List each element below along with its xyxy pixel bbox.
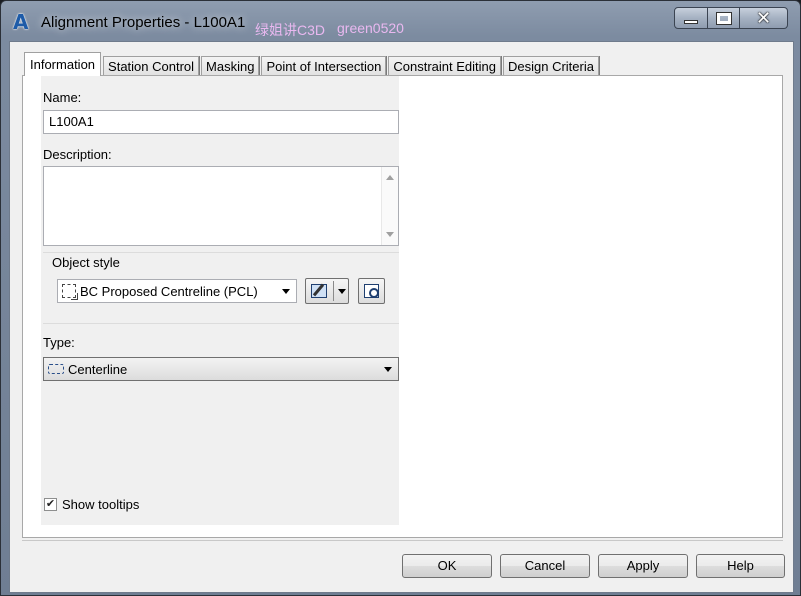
ok-button[interactable]: OK: [402, 554, 492, 578]
object-style-label: Object style: [52, 255, 120, 270]
title-bar[interactable]: A Alignment Properties - L100A1 绿姐讲C3D g…: [1, 1, 800, 41]
description-scrollbar[interactable]: [381, 167, 398, 245]
alignment-style-icon: [62, 284, 78, 300]
autocad-app-icon: A: [13, 10, 29, 34]
tab-point-of-intersection[interactable]: Point of Intersection: [261, 56, 387, 76]
dialog-client-area: Information Station Control Masking Poin…: [9, 41, 794, 593]
object-style-dropdown[interactable]: BC Proposed Centreline (PCL): [57, 279, 297, 303]
description-label: Description:: [43, 147, 112, 162]
watermark-text: 绿姐讲C3D: [255, 22, 326, 38]
split-divider: [333, 281, 334, 301]
maximize-icon: [715, 11, 732, 25]
centerline-type-icon: [48, 364, 64, 374]
type-value: Centerline: [68, 361, 128, 377]
tab-station-control[interactable]: Station Control: [103, 56, 200, 76]
minimize-icon: [684, 20, 698, 24]
object-style-value: BC Proposed Centreline (PCL): [80, 283, 258, 299]
window-controls: ✕: [674, 7, 788, 29]
type-label: Type:: [43, 335, 75, 350]
tab-information[interactable]: Information: [24, 52, 102, 76]
maximize-button[interactable]: [708, 7, 740, 29]
dialog-window: A Alignment Properties - L100A1 绿姐讲C3D g…: [0, 0, 801, 596]
edit-style-button[interactable]: [305, 278, 349, 304]
scroll-up-icon[interactable]: [386, 175, 394, 180]
chevron-down-icon: [384, 367, 392, 372]
type-dropdown[interactable]: Centerline: [43, 357, 399, 381]
tab-design-criteria[interactable]: Design Criteria: [503, 56, 599, 76]
chevron-down-icon[interactable]: [338, 289, 346, 294]
information-form: Name: L100A1 Description: Object style B…: [41, 76, 399, 525]
object-style-group: Object style BC Proposed Centreline (PCL…: [43, 252, 399, 324]
footer-divider: [22, 540, 783, 541]
show-tooltips-label[interactable]: Show tooltips: [62, 497, 139, 512]
information-tab-panel: Name: L100A1 Description: Object style B…: [22, 75, 783, 538]
preview-style-button[interactable]: [358, 278, 385, 304]
help-button[interactable]: Help: [696, 554, 785, 578]
edit-style-icon: [311, 284, 327, 298]
close-button[interactable]: ✕: [740, 7, 788, 29]
show-tooltips-checkbox[interactable]: ✔: [44, 498, 57, 511]
name-label: Name:: [43, 90, 82, 105]
tab-strip: Information Station Control Masking Poin…: [24, 52, 601, 76]
tab-masking[interactable]: Masking: [201, 56, 260, 76]
apply-button[interactable]: Apply: [598, 554, 688, 578]
preview-icon: [364, 284, 379, 298]
description-field[interactable]: [43, 166, 399, 246]
name-field[interactable]: L100A1: [43, 110, 399, 134]
scroll-down-icon[interactable]: [386, 232, 394, 237]
watermark-id: green0520: [337, 20, 404, 36]
tab-constraint-editing[interactable]: Constraint Editing: [388, 56, 501, 76]
close-icon: ✕: [755, 7, 772, 29]
chevron-down-icon: [282, 289, 290, 294]
cancel-button[interactable]: Cancel: [500, 554, 590, 578]
window-title: Alignment Properties - L100A1: [41, 14, 246, 31]
minimize-button[interactable]: [674, 7, 708, 29]
